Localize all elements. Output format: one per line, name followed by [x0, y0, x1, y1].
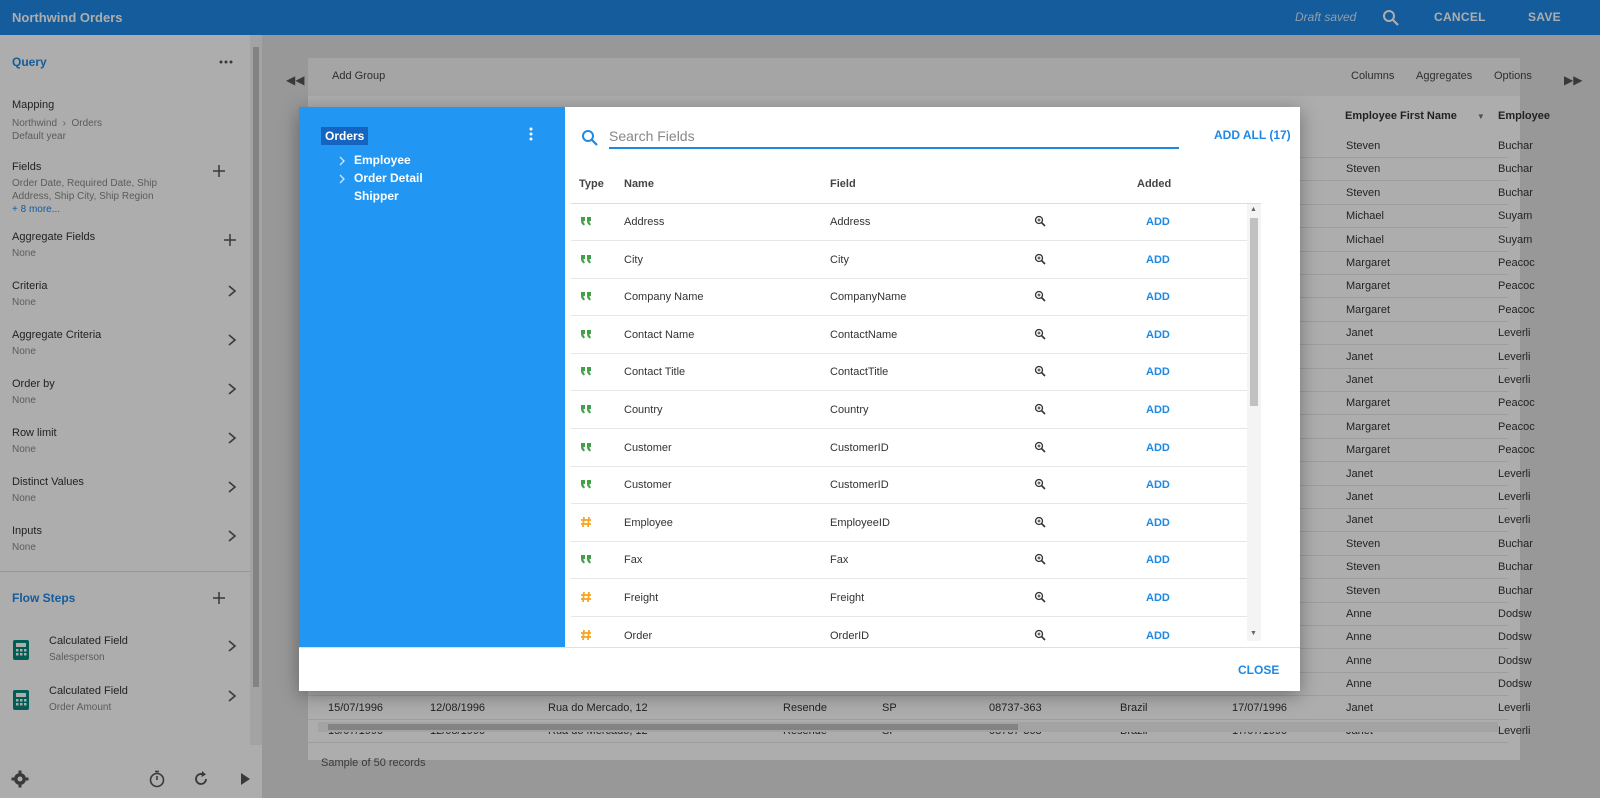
field-row[interactable]: Customer CustomerID ADD	[571, 467, 1247, 505]
field-column: Freight	[830, 592, 865, 604]
field-list: Address Address ADD City City ADD Company Name…	[571, 204, 1261, 641]
field-list-scrollbar-thumb[interactable]	[1250, 218, 1258, 406]
number-type-icon	[581, 516, 591, 527]
add-all-button[interactable]: ADD ALL (17)	[1214, 128, 1291, 142]
field-name: Company Name	[624, 291, 704, 304]
preview-zoom-icon[interactable]	[1034, 516, 1046, 528]
add-field-button[interactable]: ADD	[1146, 329, 1170, 341]
add-field-button[interactable]: ADD	[1146, 366, 1170, 378]
preview-zoom-icon[interactable]	[1034, 328, 1046, 340]
field-column: CustomerID	[830, 479, 889, 492]
string-type-icon	[581, 405, 591, 414]
field-name: Customer	[624, 441, 672, 454]
tree-root-orders[interactable]: Orders	[321, 127, 369, 145]
preview-zoom-icon[interactable]	[1034, 215, 1046, 227]
scroll-up-arrow-icon[interactable]: ▲	[1250, 206, 1257, 213]
field-column: OrderID	[830, 629, 870, 641]
field-column: CustomerID	[830, 441, 889, 454]
preview-zoom-icon[interactable]	[1034, 403, 1046, 415]
tree-node-order-detail[interactable]: Order Detail	[354, 171, 423, 185]
preview-zoom-icon[interactable]	[1034, 441, 1046, 453]
field-list-scrollbar[interactable]: ▲ ▼	[1247, 204, 1261, 641]
field-column: Fax	[830, 554, 849, 567]
search-icon	[582, 130, 598, 146]
string-type-icon	[581, 329, 591, 339]
field-row[interactable]: City City ADD	[571, 242, 1247, 279]
field-column: Address	[830, 216, 871, 228]
field-row[interactable]: Customer CustomerID ADD	[571, 430, 1247, 467]
field-column: City	[830, 253, 849, 266]
preview-zoom-icon[interactable]	[1034, 629, 1046, 641]
more-vertical-icon[interactable]	[529, 127, 533, 141]
preview-zoom-icon[interactable]	[1034, 253, 1046, 265]
field-name: Order	[624, 629, 653, 641]
field-row[interactable]: Contact Title ContactTitle ADD	[571, 354, 1247, 392]
field-column: ContactTitle	[830, 366, 889, 379]
field-column: ContactName	[830, 328, 898, 341]
field-row[interactable]: Contact Name ContactName ADD	[571, 317, 1247, 354]
header-added: Added	[1137, 178, 1172, 190]
string-type-icon	[581, 217, 591, 226]
field-column: EmployeeID	[830, 516, 890, 529]
number-type-icon	[581, 629, 591, 640]
dialog-footer: CLOSE	[299, 647, 1300, 691]
expand-chevron-icon[interactable]	[338, 174, 346, 184]
header-type: Type	[579, 178, 604, 190]
field-name: City	[624, 253, 643, 266]
number-type-icon	[581, 591, 591, 603]
field-name: Contact Name	[624, 328, 695, 341]
field-row[interactable]: Company Name CompanyName ADD	[571, 279, 1247, 317]
field-name: Fax	[624, 554, 643, 567]
add-field-button[interactable]: ADD	[1146, 442, 1170, 454]
tree-node-shipper[interactable]: Shipper	[354, 189, 399, 203]
preview-zoom-icon[interactable]	[1034, 553, 1046, 565]
search-fields-input[interactable]	[609, 125, 1179, 149]
field-row[interactable]: Fax Fax ADD	[571, 542, 1247, 580]
add-field-button[interactable]: ADD	[1146, 216, 1170, 228]
add-field-button[interactable]: ADD	[1146, 630, 1170, 641]
tree-node-employee[interactable]: Employee	[354, 153, 411, 167]
string-type-icon	[581, 292, 591, 301]
field-name: Contact Title	[624, 366, 686, 379]
expand-chevron-icon[interactable]	[338, 156, 346, 166]
field-row[interactable]: Order OrderID ADD	[571, 618, 1247, 641]
field-name: Country	[624, 404, 663, 416]
field-row[interactable]: Country Country ADD	[571, 392, 1247, 429]
string-type-icon	[581, 442, 591, 452]
add-field-button[interactable]: ADD	[1146, 554, 1170, 566]
string-type-icon	[581, 254, 591, 264]
string-type-icon	[581, 480, 591, 489]
preview-zoom-icon[interactable]	[1034, 290, 1046, 302]
preview-zoom-icon[interactable]	[1034, 591, 1046, 603]
field-column: CompanyName	[830, 291, 907, 304]
field-column: Country	[830, 404, 869, 416]
field-row[interactable]: Address Address ADD	[571, 204, 1247, 241]
header-name: Name	[624, 178, 654, 190]
field-row[interactable]: Employee EmployeeID ADD	[571, 505, 1247, 542]
field-name: Customer	[624, 479, 672, 492]
preview-zoom-icon[interactable]	[1034, 365, 1046, 377]
string-type-icon	[581, 555, 591, 564]
field-row[interactable]: Freight Freight ADD	[571, 580, 1247, 617]
add-field-button[interactable]: ADD	[1146, 404, 1170, 416]
add-field-button[interactable]: ADD	[1146, 517, 1170, 529]
field-name: Address	[624, 216, 665, 228]
entity-tree: Orders Employee Order Detail Shipper	[299, 107, 565, 647]
field-picker-dialog: Orders Employee Order Detail Shipper ADD…	[299, 107, 1300, 691]
add-field-button[interactable]: ADD	[1146, 479, 1170, 491]
add-field-button[interactable]: ADD	[1146, 592, 1170, 604]
add-field-button[interactable]: ADD	[1146, 254, 1170, 266]
field-list-panel: ADD ALL (17) Type Name Field Added Addre…	[565, 107, 1300, 647]
close-button[interactable]: CLOSE	[1238, 663, 1279, 677]
field-name: Employee	[624, 516, 673, 529]
field-name: Freight	[624, 592, 659, 604]
header-field: Field	[830, 178, 856, 190]
scroll-down-arrow-icon[interactable]: ▼	[1250, 630, 1257, 637]
add-field-button[interactable]: ADD	[1146, 291, 1170, 303]
string-type-icon	[581, 367, 591, 376]
preview-zoom-icon[interactable]	[1034, 478, 1046, 490]
